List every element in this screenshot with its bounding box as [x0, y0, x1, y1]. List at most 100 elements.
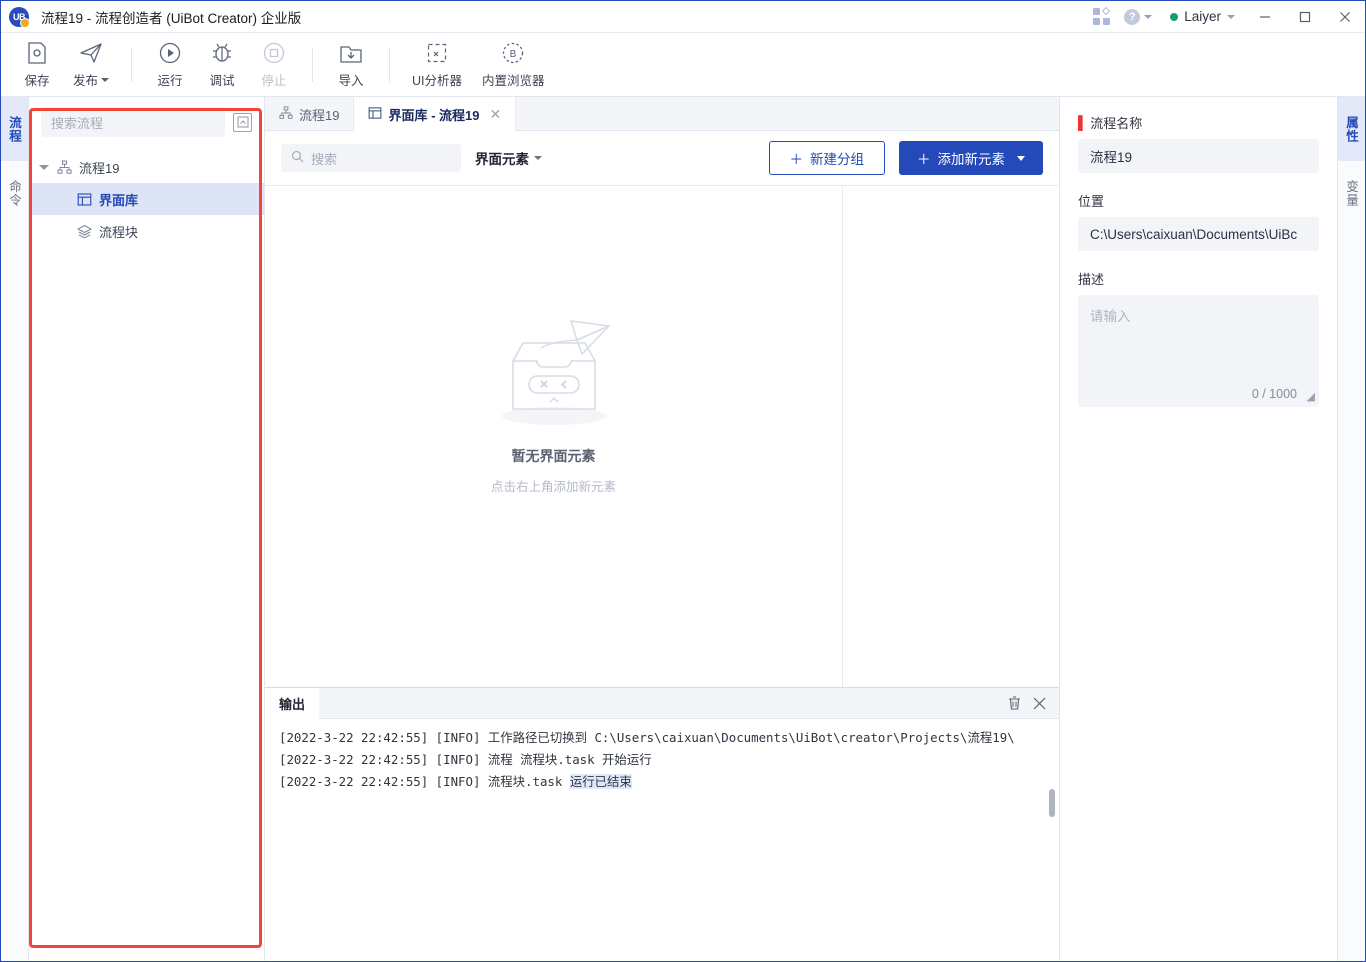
tab-close-icon[interactable]: ✕ [489, 107, 501, 121]
toolbar-divider [389, 47, 391, 82]
user-menu[interactable]: Laiyer [1158, 9, 1245, 24]
process-tree-panel: 搜索流程 流程19 界面库 流程块 [29, 97, 265, 961]
rail-item-variables[interactable]: 变量 [1338, 161, 1365, 225]
tree-node-ui-library[interactable]: 界面库 [29, 183, 264, 215]
field-process-name: ▌ 流程名称 流程19 [1078, 113, 1319, 173]
elements-list-pane: 暂无界面元素 点击右上角添加新元素 [265, 186, 843, 687]
ui-library-icon [368, 106, 382, 123]
close-output-icon[interactable] [1032, 696, 1047, 711]
add-element-label: 添加新元素 [937, 152, 1006, 167]
output-header: 输出 [265, 687, 1059, 719]
online-status-dot [1170, 12, 1179, 21]
output-actions [1007, 695, 1059, 711]
title-bar: UB 流程19 - 流程创造者 (UiBot Creator) 企业版 ? La… [1, 1, 1365, 33]
empty-state: 暂无界面元素 点击右上角添加新元素 [489, 316, 619, 495]
debug-label: 调试 [209, 74, 235, 88]
collapse-all-icon[interactable] [233, 112, 252, 132]
sitemap-icon [57, 160, 72, 175]
import-button[interactable]: 导入 [325, 35, 377, 95]
stop-button[interactable]: 停止 [248, 35, 300, 95]
debug-button[interactable]: 调试 [196, 35, 248, 95]
search-process-input[interactable]: 搜索流程 [41, 107, 225, 137]
run-icon [158, 40, 182, 66]
main-toolbar: 保存 发布 运行 调试 停止 导入 UI分析器 B 内置浏览器 [1, 33, 1365, 97]
close-button[interactable] [1325, 1, 1365, 33]
description-placeholder: 请输入 [1090, 309, 1131, 324]
toolbar-divider [312, 47, 314, 82]
empty-box-paper-plane-illustration [489, 316, 619, 436]
search-elements-input[interactable]: 搜索 [281, 144, 461, 172]
debug-icon [210, 40, 234, 66]
caret-down-icon [1017, 155, 1025, 161]
output-panel: 输出 [2022-3-22 22:42:55] [INFO] 工作路径已切换到 … [265, 687, 1059, 961]
element-type-filter-label: 界面元素 [475, 152, 529, 167]
description-counter: 0 / 1000 [1251, 387, 1297, 401]
output-scrollbar-thumb[interactable] [1049, 789, 1055, 817]
element-preview-pane [843, 186, 1059, 687]
publish-button[interactable]: 发布 [63, 35, 119, 95]
apps-grid-icon[interactable] [1084, 1, 1118, 33]
window-title: 流程19 - 流程创造者 (UiBot Creator) 企业版 [41, 10, 302, 26]
tree-node-root-label: 流程19 [79, 160, 120, 176]
sidebar-search-row: 搜索流程 [29, 97, 264, 145]
apps-cell-3 [1092, 18, 1100, 25]
empty-state-title: 暂无界面元素 [511, 448, 596, 464]
ui-analyzer-label: UI分析器 [412, 74, 463, 88]
plus-icon: ＋ [789, 152, 804, 167]
uibot-creator-window: UB 流程19 - 流程创造者 (UiBot Creator) 企业版 ? La… [0, 0, 1366, 962]
add-element-button[interactable]: ＋ 添加新元素 [899, 141, 1043, 175]
output-scrollbar[interactable] [1048, 719, 1056, 961]
center-area: 流程19 界面库 - 流程19 ✕ 搜索 界面元素 ＋ 新建分组 ＋ 添加新元素… [265, 97, 1059, 961]
apps-cell-1 [1092, 8, 1100, 15]
browser-button[interactable]: B 内置浏览器 [472, 35, 555, 95]
properties-panel: ▌ 流程名称 流程19 位置 C:\Users\caixuan\Document… [1059, 97, 1337, 961]
trash-icon[interactable] [1007, 695, 1022, 711]
tab-process-19[interactable]: 流程19 [265, 97, 355, 131]
minimize-button[interactable] [1245, 1, 1285, 33]
output-tab[interactable]: 输出 [265, 687, 320, 719]
rail-item-properties[interactable]: 属性 [1338, 97, 1365, 161]
process-name-label-text: 流程名称 [1090, 116, 1143, 131]
help-menu[interactable]: ? [1118, 8, 1158, 25]
output-body[interactable]: [2022-3-22 22:42:55] [INFO] 工作路径已切换到 C:\… [265, 719, 1059, 961]
tree-node-process-block[interactable]: 流程块 [29, 215, 264, 247]
save-icon [26, 40, 48, 66]
layers-icon [77, 224, 92, 239]
left-rail: 流程 命令 [1, 97, 29, 961]
tree-node-root[interactable]: 流程19 [29, 151, 264, 183]
save-label: 保存 [24, 74, 50, 88]
description-textarea[interactable]: 请输入 0 / 1000 ◢ [1078, 295, 1319, 407]
new-group-button[interactable]: ＋ 新建分组 [768, 141, 885, 175]
ui-analyzer-icon [425, 40, 449, 66]
tree-node-process-block-label: 流程块 [99, 224, 139, 240]
svg-text:B: B [510, 49, 517, 60]
ui-analyzer-button[interactable]: UI分析器 [402, 35, 472, 95]
run-button[interactable]: 运行 [144, 35, 196, 95]
process-name-input[interactable]: 流程19 [1078, 139, 1319, 173]
field-location: 位置 C:\Users\caixuan\Documents\UiBc [1078, 191, 1319, 251]
tab-process-19-label: 流程19 [299, 107, 340, 123]
rail-item-commands[interactable]: 命令 [1, 161, 28, 225]
rail-item-process[interactable]: 流程 [1, 97, 28, 161]
apps-cell-4 [1102, 18, 1110, 25]
chevron-down-icon[interactable] [39, 164, 49, 170]
resize-grip-icon[interactable]: ◢ [1307, 390, 1315, 403]
tab-ui-library[interactable]: 界面库 - 流程19 ✕ [354, 97, 517, 131]
publish-icon [78, 40, 104, 66]
save-button[interactable]: 保存 [11, 35, 63, 95]
help-circle-icon: ? [1124, 8, 1141, 25]
caret-down-icon [101, 78, 110, 82]
location-input[interactable]: C:\Users\caixuan\Documents\UiBc [1078, 217, 1319, 251]
toolbar-divider [131, 47, 133, 82]
ui-library-toolbar: 搜索 界面元素 ＋ 新建分组 ＋ 添加新元素 [265, 131, 1059, 185]
apps-cell-diamond [1101, 6, 1110, 16]
process-tree: 流程19 界面库 流程块 [29, 145, 264, 247]
location-label: 位置 [1078, 194, 1105, 209]
tree-node-ui-library-label: 界面库 [99, 192, 139, 208]
stop-icon [262, 40, 286, 66]
maximize-button[interactable] [1285, 1, 1325, 33]
element-type-filter[interactable]: 界面元素 [475, 148, 542, 168]
description-label: 描述 [1078, 272, 1105, 287]
log-highlight: 运行已结束 [569, 774, 632, 789]
sitemap-icon [279, 105, 293, 123]
